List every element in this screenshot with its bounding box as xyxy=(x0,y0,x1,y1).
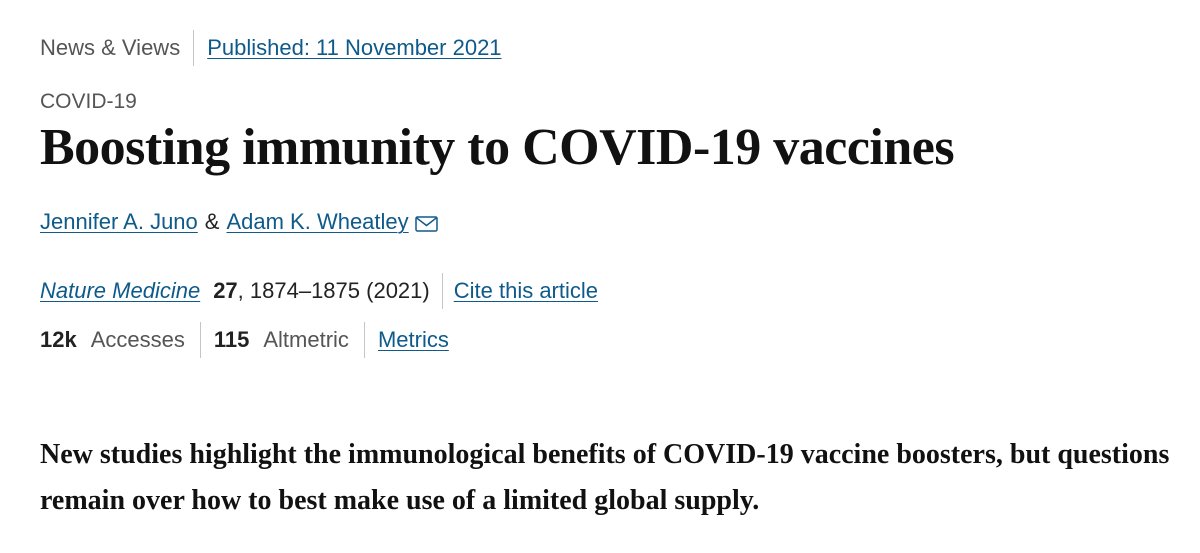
divider xyxy=(199,322,201,358)
divider xyxy=(193,30,195,66)
volume: 27 xyxy=(213,278,238,303)
accesses-count: 12k xyxy=(40,327,77,352)
metrics-row: 12k Accesses 115 Altmetric Metrics xyxy=(40,322,449,358)
altmetric-score: 115 xyxy=(213,327,250,352)
metrics-link[interactable]: Metrics xyxy=(378,327,449,353)
article-header: News & Views Published: 11 November 2021… xyxy=(0,0,1200,553)
cite-article-link[interactable]: Cite this article xyxy=(454,278,598,304)
author-separator: & xyxy=(204,209,220,234)
author-link-wheatley[interactable]: Adam K. Wheatley xyxy=(226,209,408,235)
published-date-link[interactable]: Published: 11 November 2021 xyxy=(207,35,501,61)
article-standfirst: New studies highlight the immunological … xyxy=(40,439,1170,516)
article-title: Boosting immunity to COVID-19 vaccines xyxy=(40,119,955,176)
author-link-juno[interactable]: Jennifer A. Juno xyxy=(40,209,198,235)
citation-row: Nature Medicine 27 , 1874–1875 (2021) Ci… xyxy=(40,273,598,309)
author-list: Jennifer A. Juno & Adam K. Wheatley xyxy=(40,205,438,239)
altmetric-label: Altmetric xyxy=(263,327,349,352)
accesses-label: Accesses xyxy=(90,327,185,352)
article-type: News & Views xyxy=(40,35,181,60)
journal-link[interactable]: Nature Medicine xyxy=(40,278,200,304)
divider xyxy=(363,322,365,358)
divider xyxy=(441,273,443,309)
mail-icon[interactable] xyxy=(414,212,438,232)
article-meta: News & Views Published: 11 November 2021 xyxy=(40,30,502,66)
article-subject: COVID-19 xyxy=(40,90,137,113)
pages-year: , 1874–1875 (2021) xyxy=(237,278,430,303)
